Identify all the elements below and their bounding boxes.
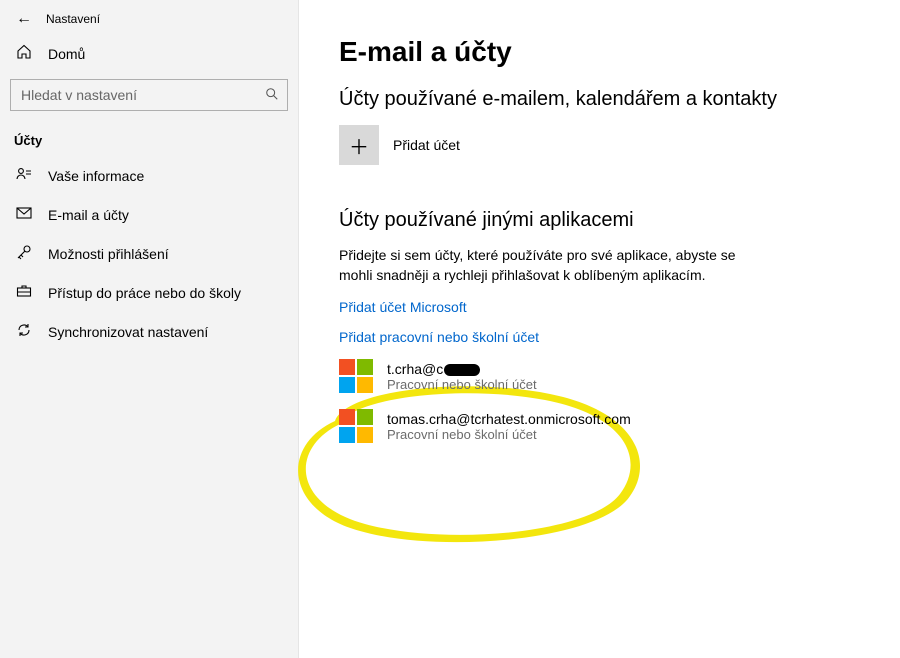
home-label: Domů <box>48 46 85 62</box>
page-title: E-mail a účty <box>339 36 860 68</box>
home-button[interactable]: Domů <box>0 34 298 73</box>
sidebar-item-label: Možnosti přihlášení <box>48 246 169 262</box>
window-title: Nastavení <box>46 12 100 26</box>
section-email-heading: Účty používané e-mailem, kalendářem a ko… <box>339 88 860 111</box>
person-icon <box>14 166 34 185</box>
main-content: E-mail a účty Účty používané e-mailem, k… <box>299 0 900 658</box>
account-row[interactable]: tomas.crha@tcrhatest.onmicrosoft.com Pra… <box>339 409 860 443</box>
add-account-button[interactable]: ＋ Přidat účet <box>339 125 860 165</box>
sidebar-item-your-info[interactable]: Vaše informace <box>0 156 298 195</box>
sidebar-item-label: Synchronizovat nastavení <box>48 324 208 340</box>
sidebar-item-label: Vaše informace <box>48 168 144 184</box>
redacted-text <box>444 364 480 376</box>
plus-icon: ＋ <box>349 131 369 160</box>
sidebar-section-header: Účty <box>0 123 298 156</box>
sidebar-item-access-work[interactable]: Přístup do práce nebo do školy <box>0 273 298 312</box>
account-type: Pracovní nebo školní účet <box>387 427 631 442</box>
add-tile: ＋ <box>339 125 379 165</box>
account-type: Pracovní nebo školní účet <box>387 377 537 392</box>
mail-icon <box>14 205 34 224</box>
home-icon <box>14 44 34 63</box>
account-email: t.crha@c <box>387 361 537 377</box>
sidebar-item-label: Přístup do práce nebo do školy <box>48 285 241 301</box>
account-email: tomas.crha@tcrhatest.onmicrosoft.com <box>387 411 631 427</box>
account-row[interactable]: t.crha@c Pracovní nebo školní účet <box>339 359 860 393</box>
search-box[interactable] <box>10 79 288 111</box>
search-input[interactable] <box>11 87 257 103</box>
search-icon <box>257 87 287 104</box>
section-other-apps-desc: Přidejte si sem účty, které používáte pr… <box>339 246 739 285</box>
add-account-label: Přidat účet <box>393 137 460 153</box>
section-other-apps-heading: Účty používané jinými aplikacemi <box>339 209 860 232</box>
link-add-work-school-account[interactable]: Přidat pracovní nebo školní účet <box>339 329 860 345</box>
link-add-microsoft-account[interactable]: Přidat účet Microsoft <box>339 299 860 315</box>
microsoft-logo-icon <box>339 359 373 393</box>
microsoft-logo-icon <box>339 409 373 443</box>
sidebar: ← Nastavení Domů Účty Vaše informace <box>0 0 299 658</box>
back-button[interactable]: ← <box>14 10 46 28</box>
sidebar-item-signin-options[interactable]: Možnosti přihlášení <box>0 234 298 273</box>
key-icon <box>14 244 34 263</box>
briefcase-icon <box>14 283 34 302</box>
sync-icon <box>14 322 34 341</box>
sidebar-item-sync[interactable]: Synchronizovat nastavení <box>0 312 298 351</box>
sidebar-item-email-accounts[interactable]: E-mail a účty <box>0 195 298 234</box>
sidebar-item-label: E-mail a účty <box>48 207 129 223</box>
